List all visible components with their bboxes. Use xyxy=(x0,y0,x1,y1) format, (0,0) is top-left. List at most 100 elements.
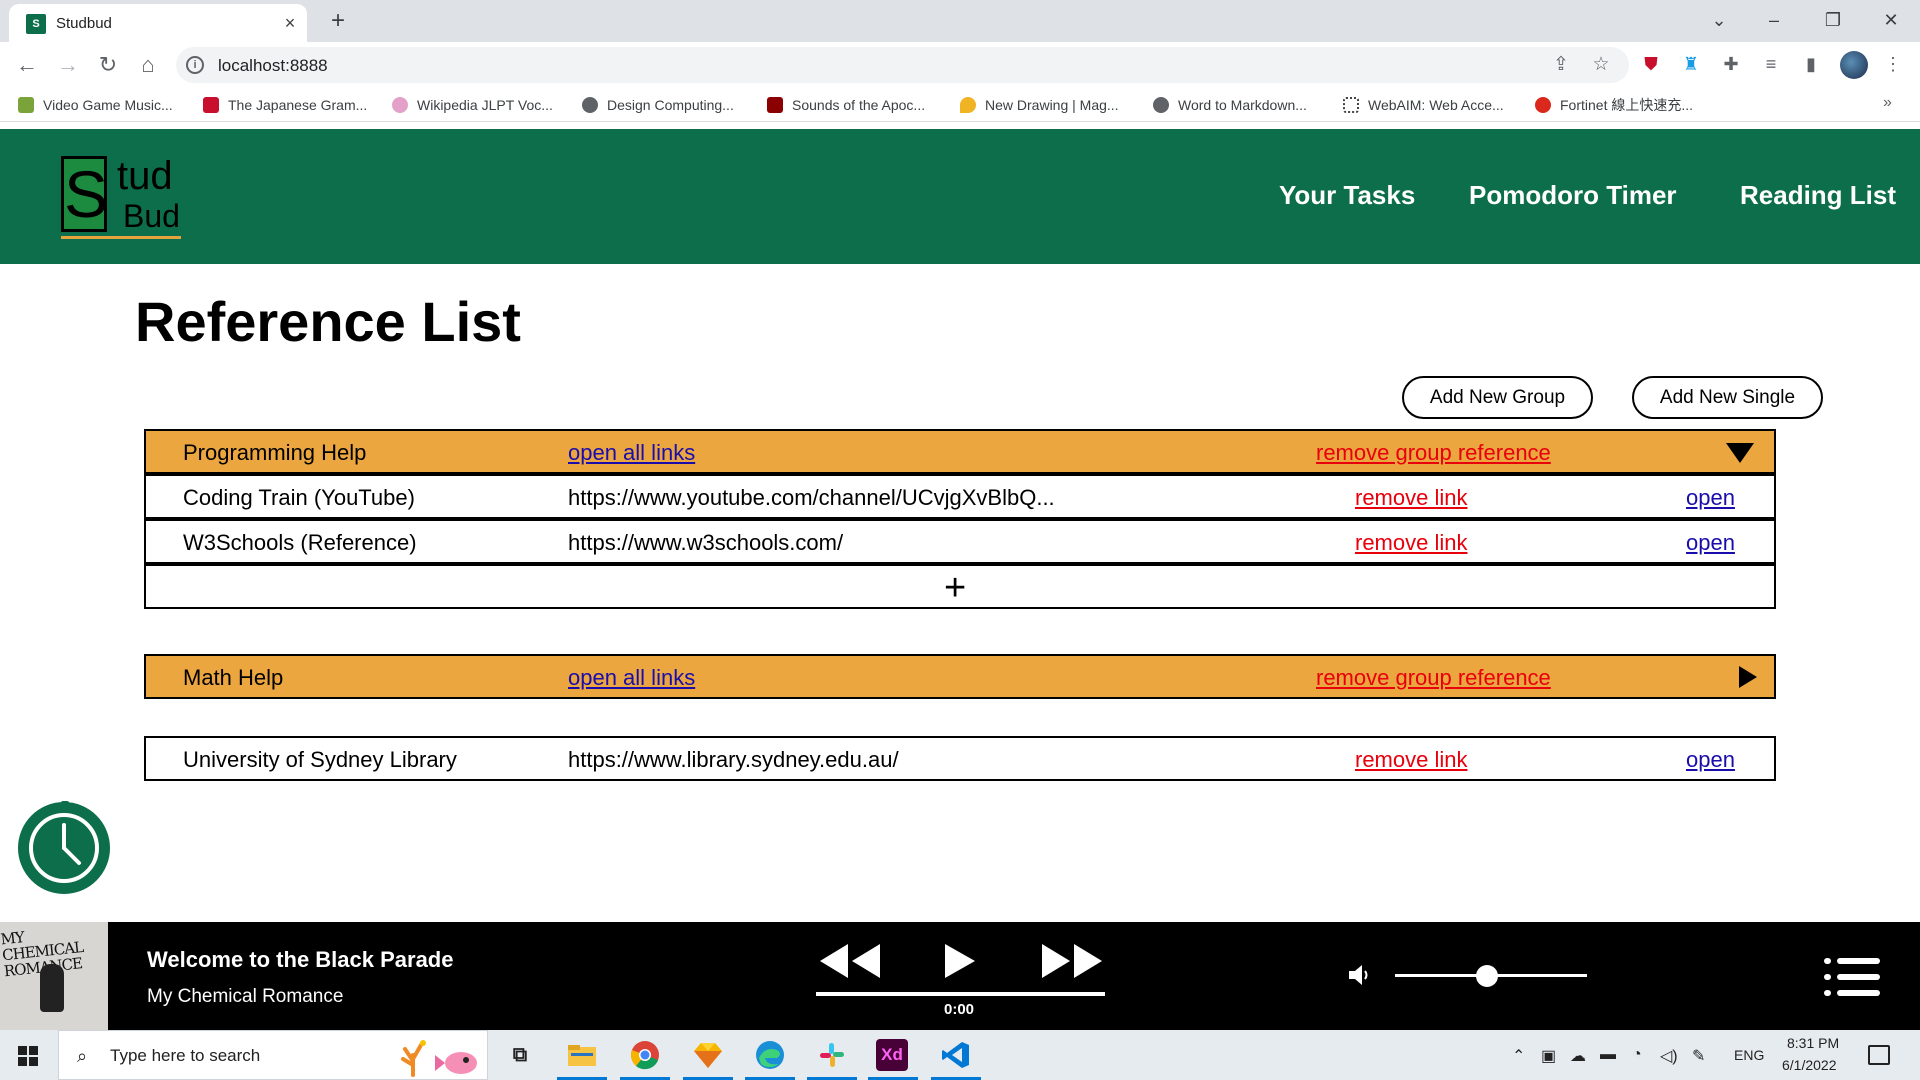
meet-now-icon[interactable]: ▣ xyxy=(1541,1046,1556,1066)
nav-your-tasks[interactable]: Your Tasks xyxy=(1279,180,1415,211)
bookmark-item[interactable]: WebAIM: Web Acce... xyxy=(1343,94,1504,116)
studbud-favicon-icon: S xyxy=(26,14,46,34)
reference-row: University of Sydney Library https://www… xyxy=(144,736,1776,781)
extensions-puzzle-icon[interactable]: ✚ xyxy=(1718,51,1744,77)
clock-time[interactable]: 8:31 PM xyxy=(1787,1035,1839,1051)
open-link[interactable]: open xyxy=(1686,530,1735,556)
remove-group-reference-link[interactable]: remove group reference xyxy=(1316,440,1551,466)
page-title: Reference List xyxy=(135,290,521,353)
onedrive-icon[interactable]: ☁ xyxy=(1570,1046,1586,1066)
adobe-xd-icon[interactable]: Xd xyxy=(876,1039,908,1071)
bookmark-item[interactable]: Wikipedia JLPT Voc... xyxy=(392,94,553,116)
open-link[interactable]: open xyxy=(1686,485,1735,511)
share-icon[interactable]: ⇪ xyxy=(1549,53,1573,77)
bookmark-item[interactable]: New Drawing | Mag... xyxy=(960,94,1119,116)
show-hidden-icons-icon[interactable]: ⌃ xyxy=(1512,1046,1525,1066)
remove-link[interactable]: remove link xyxy=(1355,747,1467,773)
sketch-app-icon[interactable] xyxy=(690,1037,726,1073)
group-header-math-help[interactable]: Math Help open all links remove group re… xyxy=(144,654,1776,699)
expand-triangle-icon[interactable] xyxy=(1739,666,1757,688)
tab-title: Studbud xyxy=(56,15,112,32)
remove-group-reference-link[interactable]: remove group reference xyxy=(1316,665,1551,691)
bookmark-favicon-icon xyxy=(960,97,976,113)
clock-date[interactable]: 6/1/2022 xyxy=(1782,1057,1837,1073)
reference-name: Coding Train (YouTube) xyxy=(183,485,415,510)
bookmark-item[interactable]: Design Computing... xyxy=(582,94,734,116)
extension-icon[interactable]: ♜ xyxy=(1678,51,1704,77)
new-tab-button[interactable]: + xyxy=(325,8,351,34)
reference-name: University of Sydney Library xyxy=(183,747,457,772)
side-panel-icon[interactable]: ▮ xyxy=(1798,51,1824,77)
open-all-links-link[interactable]: open all links xyxy=(568,440,695,466)
tab-search-chevron-icon[interactable]: ⌄ xyxy=(1699,6,1739,34)
url-text[interactable]: localhost:8888 xyxy=(218,56,328,76)
timer-clock-button[interactable] xyxy=(18,801,110,894)
search-placeholder: Type here to search xyxy=(110,1046,261,1065)
play-icon[interactable] xyxy=(943,942,977,980)
close-tab-icon[interactable]: × xyxy=(279,12,301,34)
ublock-extension-icon[interactable]: ⛊ xyxy=(1638,51,1664,77)
home-button[interactable]: ⌂ xyxy=(134,51,162,79)
collapse-triangle-icon[interactable] xyxy=(1726,443,1754,463)
speaker-icon[interactable]: ◁) xyxy=(1660,1046,1678,1066)
nav-reading-list[interactable]: Reading List xyxy=(1740,180,1896,211)
more-bookmarks-icon[interactable]: » xyxy=(1883,94,1892,112)
fast-forward-icon[interactable] xyxy=(1040,942,1104,980)
timer-knob xyxy=(61,801,69,809)
reload-button[interactable]: ↻ xyxy=(94,51,122,79)
wifi-icon[interactable]: ◔ xyxy=(1632,1046,1642,1064)
bookmark-favicon-icon xyxy=(767,97,783,113)
bookmark-favicon-icon xyxy=(1343,97,1359,113)
plus-icon[interactable]: + xyxy=(944,569,966,607)
reference-row: W3Schools (Reference) https://www.w3scho… xyxy=(144,519,1776,564)
site-info-icon[interactable]: i xyxy=(186,56,204,74)
playlist-menu-icon[interactable] xyxy=(1824,958,1880,996)
studbud-logo[interactable]: S tud Bud xyxy=(61,154,183,240)
group-header-programming-help[interactable]: Programming Help open all links remove g… xyxy=(144,429,1776,474)
volume-slider-knob[interactable] xyxy=(1476,965,1499,987)
globe-icon xyxy=(1153,97,1169,113)
minimize-button[interactable]: – xyxy=(1754,6,1794,34)
browser-tab[interactable]: S Studbud × xyxy=(9,4,307,42)
bookmark-item[interactable]: The Japanese Gram... xyxy=(203,94,367,116)
bookmark-favicon-icon xyxy=(1535,97,1551,113)
notification-center-icon[interactable] xyxy=(1868,1045,1890,1065)
taskbar-search-box[interactable]: ⌕ Type here to search xyxy=(58,1030,488,1080)
volume-icon[interactable] xyxy=(1347,962,1373,988)
back-button[interactable]: ← xyxy=(13,51,41,79)
elapsed-time: 0:00 xyxy=(944,1001,975,1018)
profile-avatar[interactable] xyxy=(1840,51,1868,79)
add-reference-row[interactable]: + xyxy=(144,564,1776,609)
remove-link[interactable]: remove link xyxy=(1355,530,1467,556)
address-bar[interactable]: i localhost:8888 ⇪ ☆ xyxy=(176,47,1629,83)
file-explorer-icon[interactable] xyxy=(564,1037,600,1073)
media-control-icon[interactable]: ≡ xyxy=(1758,51,1784,77)
nav-pomodoro-timer[interactable]: Pomodoro Timer xyxy=(1469,180,1677,211)
forward-button[interactable]: → xyxy=(54,51,82,79)
restore-button[interactable]: ❐ xyxy=(1813,6,1853,34)
rewind-icon[interactable] xyxy=(818,942,882,980)
open-all-links-link[interactable]: open all links xyxy=(568,665,695,691)
pen-icon[interactable]: ✎ xyxy=(1692,1046,1705,1066)
bookmark-item[interactable]: Word to Markdown... xyxy=(1153,94,1307,116)
chrome-icon[interactable] xyxy=(627,1037,663,1073)
add-new-group-button[interactable]: Add New Group xyxy=(1402,376,1593,419)
browser-menu-icon[interactable]: ⋮ xyxy=(1880,51,1906,77)
close-window-button[interactable]: ✕ xyxy=(1871,6,1911,34)
windows-start-icon[interactable] xyxy=(18,1046,38,1066)
task-view-icon[interactable]: ⧉ xyxy=(502,1037,538,1073)
remove-link[interactable]: remove link xyxy=(1355,485,1467,511)
battery-icon[interactable]: ▬ xyxy=(1600,1046,1616,1064)
language-indicator[interactable]: ENG xyxy=(1734,1047,1764,1063)
bookmark-item[interactable]: Fortinet 線上快速充... xyxy=(1535,94,1693,116)
bookmark-item[interactable]: Video Game Music... xyxy=(18,94,173,116)
edge-icon[interactable] xyxy=(752,1037,788,1073)
bookmark-item[interactable]: Sounds of the Apoc... xyxy=(767,94,925,116)
bookmarks-bar: Video Game Music... The Japanese Gram...… xyxy=(0,88,1920,122)
progress-bar[interactable] xyxy=(816,992,1105,996)
add-new-single-button[interactable]: Add New Single xyxy=(1632,376,1823,419)
bookmark-star-icon[interactable]: ☆ xyxy=(1589,53,1613,77)
vscode-icon[interactable] xyxy=(938,1037,974,1073)
slack-icon[interactable] xyxy=(814,1037,850,1073)
open-link[interactable]: open xyxy=(1686,747,1735,773)
